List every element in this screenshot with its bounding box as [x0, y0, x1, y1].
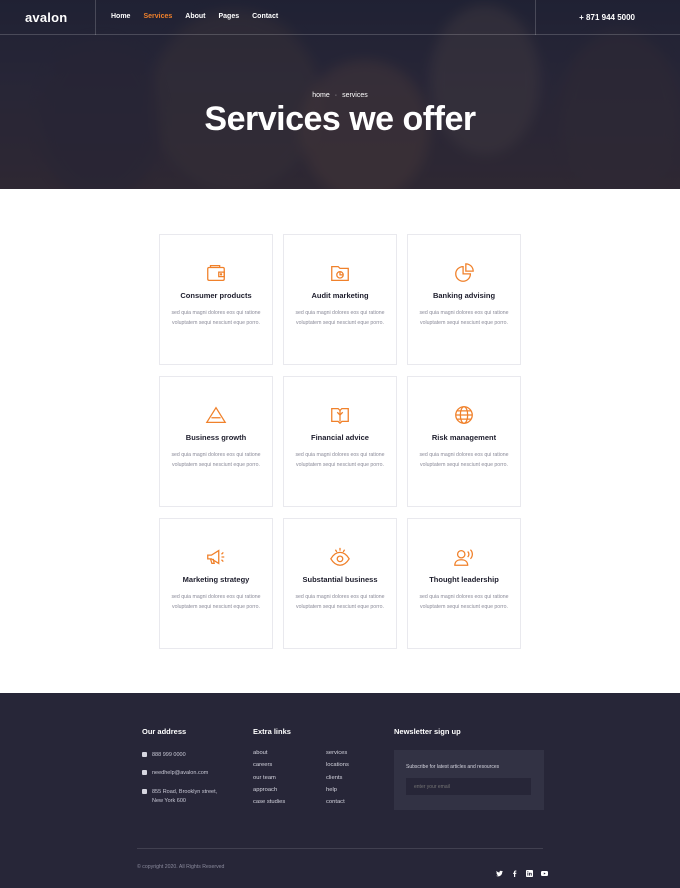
service-title[interactable]: Thought leadership — [408, 575, 520, 584]
book-icon — [284, 404, 396, 426]
speaker-person-icon — [408, 546, 520, 568]
service-card[interactable]: Risk management sed quia magni dolores eo… — [407, 376, 521, 507]
nav-contact[interactable]: Contact — [252, 13, 278, 20]
logo[interactable]: avalon — [25, 10, 67, 25]
mail-icon — [142, 770, 147, 775]
facebook-icon[interactable] — [511, 864, 518, 877]
top-navigation: avalon Home Services About Pages Contact… — [0, 0, 680, 35]
nav-services[interactable]: Services — [143, 13, 172, 20]
service-description: sed quia magni dolores eos qui ratione v… — [295, 310, 385, 326]
footer-link[interactable]: our team — [253, 775, 276, 781]
footer-link[interactable]: careers — [253, 762, 272, 768]
nav-pages[interactable]: Pages — [218, 13, 239, 20]
address-email[interactable]: needhelp@avalon.com — [142, 769, 208, 778]
copyright: © copyright 2020. All Rights Reserved — [137, 864, 225, 870]
footer-link[interactable]: about — [253, 750, 268, 756]
footer-link[interactable]: clients — [326, 775, 342, 781]
service-card[interactable]: Audit marketing sed quia magni dolores eo… — [283, 234, 397, 365]
service-description: sed quia magni dolores eos qui ratione v… — [171, 452, 261, 468]
service-description: sed quia magni dolores eos qui ratione v… — [295, 452, 385, 468]
page-title: Services we offer — [204, 100, 476, 138]
address-phone[interactable]: 888 999 0000 — [142, 751, 186, 760]
service-title[interactable]: Risk management — [408, 433, 520, 442]
service-title[interactable]: Audit marketing — [284, 291, 396, 300]
footer-link[interactable]: contact — [326, 799, 345, 805]
service-description: sed quia magni dolores eos qui ratione v… — [171, 310, 261, 326]
service-title[interactable]: Banking advising — [408, 291, 520, 300]
nav-about[interactable]: About — [185, 13, 205, 20]
youtube-icon[interactable] — [541, 864, 548, 876]
newsletter-box: Subscribe for latest articles and resour… — [394, 750, 544, 810]
hero-banner: avalon Home Services About Pages Contact… — [0, 0, 680, 189]
service-card[interactable]: Substantial business sed quia magni dolor… — [283, 518, 397, 649]
address-location: 855 Road, Brooklyn street, New York 600 — [142, 788, 217, 806]
footer-link[interactable]: help — [326, 787, 337, 793]
footer — [0, 693, 680, 888]
footer-link[interactable]: locations — [326, 762, 349, 768]
service-title[interactable]: Financial advice — [284, 433, 396, 442]
service-title[interactable]: Consumer products — [160, 291, 272, 300]
folder-chart-icon — [284, 262, 396, 284]
newsletter-email-input[interactable] — [406, 778, 531, 795]
service-title[interactable]: Substantial business — [284, 575, 396, 584]
links-heading: Extra links — [253, 727, 291, 736]
footer-link[interactable]: case studies — [253, 799, 285, 805]
newsletter-heading: Newsletter sign up — [394, 727, 461, 736]
service-description: sed quia magni dolores eos qui ratione v… — [295, 594, 385, 610]
megaphone-icon — [160, 546, 272, 568]
main-nav: Home Services About Pages Contact — [111, 13, 291, 20]
eye-icon — [284, 546, 396, 568]
twitter-icon[interactable] — [496, 864, 503, 877]
breadcrumb-home[interactable]: home — [312, 92, 330, 99]
service-card[interactable]: Marketing strategy sed quia magni dolores… — [159, 518, 273, 649]
social-links — [496, 864, 548, 877]
footer-link[interactable]: approach — [253, 787, 277, 793]
breadcrumb-current: services — [342, 92, 368, 99]
globe-icon — [408, 404, 520, 426]
address-heading: Our address — [142, 727, 187, 736]
service-description: sed quia magni dolores eos qui ratione v… — [419, 452, 509, 468]
footer-link[interactable]: services — [326, 750, 347, 756]
phone-number[interactable]: + 871 944 5000 — [579, 13, 635, 22]
nav-home[interactable]: Home — [111, 13, 130, 20]
service-title[interactable]: Business growth — [160, 433, 272, 442]
wallet-icon — [160, 262, 272, 284]
service-card[interactable]: Thought leadership sed quia magni dolores… — [407, 518, 521, 649]
pie-chart-icon — [408, 262, 520, 284]
service-card[interactable]: Consumer products sed quia magni dolores … — [159, 234, 273, 365]
service-card[interactable]: Financial advice sed quia magni dolores e… — [283, 376, 397, 507]
triangle-icon — [160, 404, 272, 426]
service-card[interactable]: Banking advising sed quia magni dolores e… — [407, 234, 521, 365]
service-description: sed quia magni dolores eos qui ratione v… — [419, 310, 509, 326]
service-description: sed quia magni dolores eos qui ratione v… — [171, 594, 261, 610]
phone-icon — [142, 752, 147, 757]
breadcrumb: home · services — [0, 92, 680, 99]
footer-divider — [137, 848, 543, 849]
service-title[interactable]: Marketing strategy — [160, 575, 272, 584]
linkedin-icon[interactable] — [526, 864, 533, 877]
service-description: sed quia magni dolores eos qui ratione v… — [419, 594, 509, 610]
service-card[interactable]: Business growth sed quia magni dolores eo… — [159, 376, 273, 507]
map-icon — [142, 789, 147, 794]
newsletter-label: Subscribe for latest articles and resour… — [406, 764, 500, 770]
breadcrumb-separator: · — [334, 92, 338, 99]
